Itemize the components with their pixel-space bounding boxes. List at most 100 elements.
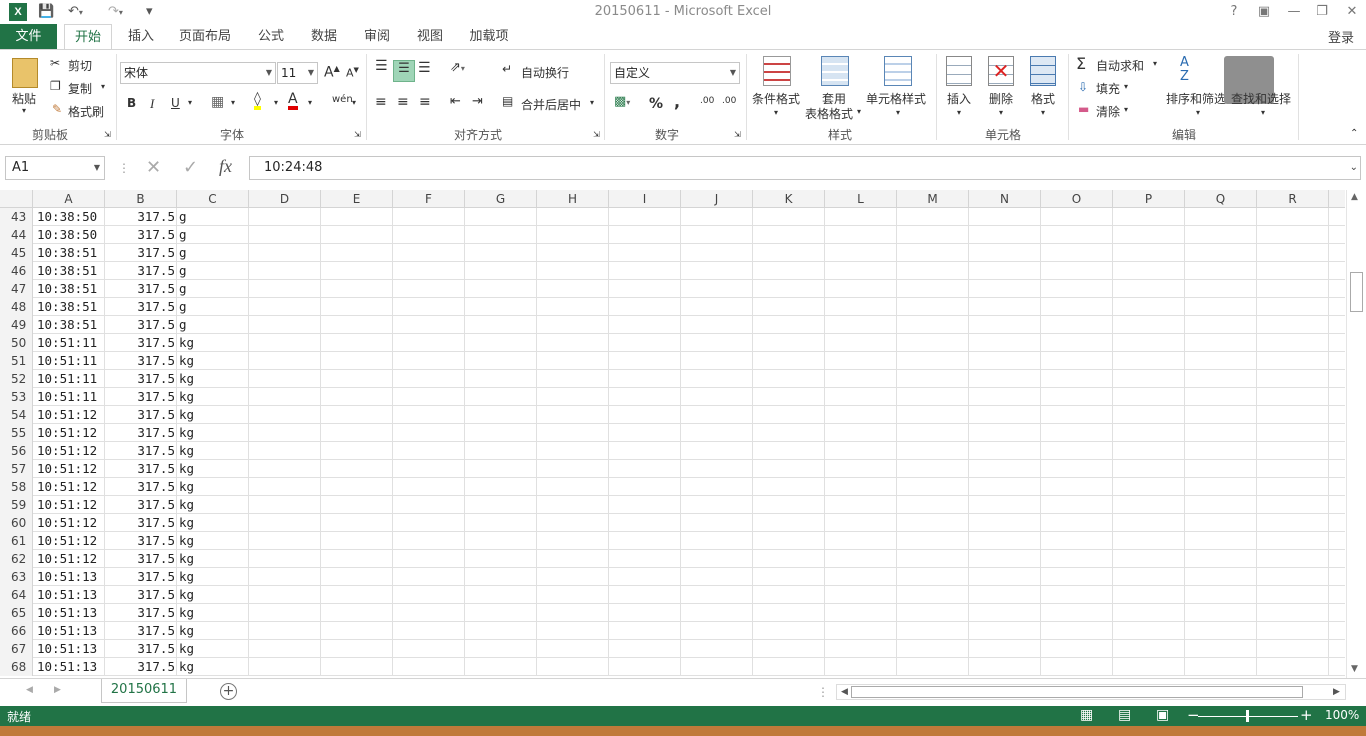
cell-unit[interactable]: kg [179,640,194,658]
find-dropdown-icon[interactable]: ▾ [1261,108,1265,117]
decrease-indent-icon[interactable]: ⇤ [450,94,461,109]
conditional-format-button[interactable]: 条件格式 [752,90,800,107]
comma-button[interactable]: , [674,92,680,111]
tab-view[interactable]: 视图 [409,24,451,49]
cell-weight[interactable]: 317.5 [105,496,175,514]
cell-unit[interactable]: kg [179,658,194,676]
cell-unit[interactable]: g [179,298,187,316]
split-handle-icon[interactable]: ⋮ [817,685,829,699]
column-header[interactable]: L [825,190,897,208]
cell-weight[interactable]: 317.5 [105,514,175,532]
cell-unit[interactable]: g [179,316,187,334]
cell-weight[interactable]: 317.5 [105,640,175,658]
cell-weight[interactable]: 317.5 [105,532,175,550]
cell-time[interactable]: 10:51:12 [37,424,97,442]
column-header[interactable]: J [681,190,753,208]
cell-time[interactable]: 10:51:11 [37,370,97,388]
cell-weight[interactable]: 317.5 [105,262,175,280]
cell-unit[interactable]: g [179,280,187,298]
paste-icon[interactable] [12,58,38,88]
cell-weight[interactable]: 317.5 [105,370,175,388]
row-header[interactable]: 67 [0,640,33,658]
cell-unit[interactable]: g [179,244,187,262]
cell-weight[interactable]: 317.5 [105,658,175,676]
cell-unit[interactable]: g [179,208,187,226]
alignment-launcher-icon[interactable]: ⇲ [593,130,600,139]
sort-filter-button[interactable]: 排序和筛选 [1166,90,1226,107]
cell-unit[interactable]: kg [179,352,194,370]
cell-unit[interactable]: kg [179,442,194,460]
help-icon[interactable]: ? [1222,2,1246,22]
cell-unit[interactable]: kg [179,604,194,622]
row-header[interactable]: 46 [0,262,33,280]
align-bottom-icon[interactable]: ☰ [418,60,431,76]
page-break-view-icon[interactable]: ▣ [1156,707,1169,723]
autosum-dropdown-icon[interactable]: ▾ [1153,59,1157,68]
insert-cells-button[interactable]: 插入 [947,90,971,107]
tab-formulas[interactable]: 公式 [250,24,292,49]
vertical-scrollbar[interactable]: ▲ ▼ [1346,190,1366,678]
cell-time[interactable]: 10:51:12 [37,496,97,514]
row-header[interactable]: 47 [0,280,33,298]
tab-review[interactable]: 审阅 [356,24,398,49]
paste-dropdown-icon[interactable]: ▾ [22,106,26,115]
zoom-level[interactable]: 100% [1325,708,1359,722]
cell-time[interactable]: 10:38:51 [37,298,97,316]
column-header[interactable]: O [1041,190,1113,208]
copy-button[interactable]: 复制 [68,80,92,97]
row-header[interactable]: 62 [0,550,33,568]
underline-dropdown-icon[interactable]: ▾ [188,98,192,107]
column-header[interactable]: D [249,190,321,208]
merge-center-button[interactable]: 合并后居中 [521,96,581,113]
align-top-icon[interactable]: ☰ [375,58,388,74]
column-header[interactable]: A [33,190,105,208]
cell-unit[interactable]: kg [179,496,194,514]
clear-dropdown-icon[interactable]: ▾ [1124,105,1128,114]
row-header[interactable]: 68 [0,658,33,676]
delete-cells-button[interactable]: 删除 [989,90,1013,107]
cell-weight[interactable]: 317.5 [105,388,175,406]
font-name-select[interactable]: 宋体 ▼ [120,62,276,84]
cell-time[interactable]: 10:51:12 [37,514,97,532]
column-header[interactable]: G [465,190,537,208]
formula-input[interactable]: 10:24:48 ⌄ [249,156,1361,180]
cell-weight[interactable]: 317.5 [105,406,175,424]
cell-time[interactable]: 10:51:12 [37,532,97,550]
merge-dropdown-icon[interactable]: ▾ [590,98,594,107]
cell-styles-button[interactable]: 单元格样式 [866,90,926,107]
cell-weight[interactable]: 317.5 [105,460,175,478]
format-cells-button[interactable]: 格式 [1031,90,1055,107]
ribbon-display-icon[interactable]: ▣ [1252,2,1276,22]
row-header[interactable]: 63 [0,568,33,586]
tab-data[interactable]: 数据 [303,24,345,49]
tab-addins[interactable]: 加载项 [462,24,516,49]
decrease-decimal-button[interactable]: .00 [722,96,736,106]
cell-weight[interactable]: 317.5 [105,244,175,262]
phonetic-dropdown-icon[interactable]: ▾ [352,98,356,107]
enter-icon[interactable]: ✓ [183,157,198,178]
cell-unit[interactable]: kg [179,514,194,532]
insert-function-icon[interactable]: fx [219,156,232,177]
row-header[interactable]: 50 [0,334,33,352]
cell-unit[interactable]: kg [179,586,194,604]
clear-button[interactable]: 清除 [1096,103,1120,120]
row-header[interactable]: 45 [0,244,33,262]
border-dropdown-icon[interactable]: ▾ [231,98,235,107]
cell-time[interactable]: 10:38:50 [37,208,97,226]
underline-button[interactable]: U [171,96,180,110]
font-color-button[interactable]: A [288,92,298,110]
horizontal-scrollbar[interactable]: ◀ ▶ [836,684,1346,700]
copy-dropdown-icon[interactable]: ▾ [101,82,105,91]
cell-weight[interactable]: 317.5 [105,550,175,568]
cell-unit[interactable]: kg [179,424,194,442]
delete-dropdown-icon[interactable]: ▾ [999,108,1003,117]
scroll-up-icon[interactable]: ▲ [1351,192,1358,202]
cancel-icon[interactable]: ✕ [146,157,161,178]
sheet-prev-icon[interactable]: ◀ [26,685,33,695]
clipboard-launcher-icon[interactable]: ⇲ [104,130,111,139]
column-header[interactable]: C [177,190,249,208]
bold-button[interactable]: B [127,96,136,110]
new-sheet-icon[interactable]: + [220,683,237,700]
shrink-font-button[interactable]: A▼ [346,66,359,80]
row-header[interactable]: 64 [0,586,33,604]
